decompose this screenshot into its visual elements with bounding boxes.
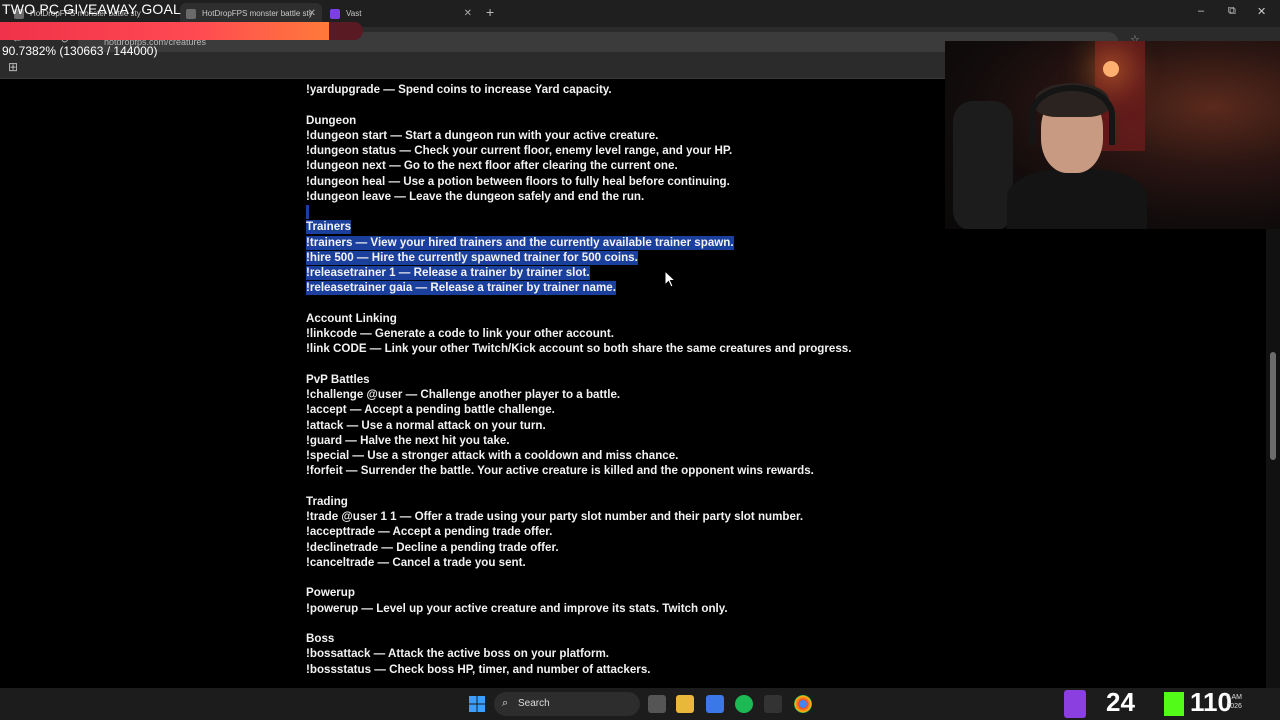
command-line: !hire 500 — Hire the currently spawned t… xyxy=(306,250,638,265)
command-line: !special — Use a stronger attack with a … xyxy=(306,449,679,462)
webcam-headset xyxy=(1029,85,1115,145)
command-line: !forfeit — Surrender the battle. Your ac… xyxy=(306,464,814,478)
command-line: !bossstatus — Check boss HP, timer, and … xyxy=(306,662,651,676)
spotify-icon[interactable] xyxy=(735,695,753,713)
webcam-chair xyxy=(953,101,1013,229)
command-line: !accepttrade — Accept a pending trade of… xyxy=(306,525,553,539)
kick-icon xyxy=(1164,692,1184,716)
tab-2-label: HotDropFPS monster battle sty xyxy=(202,9,313,18)
command-line: !dungeon start — Start a dungeon run wit… xyxy=(306,128,659,142)
command-line: !yardupgrade — Spend coins to increase Y… xyxy=(306,83,612,96)
section-heading: PvP Battles xyxy=(306,372,370,386)
apps-grid-icon[interactable]: ⊞ xyxy=(8,60,18,74)
notepad-icon[interactable] xyxy=(706,695,724,713)
close-tab-icon[interactable]: ✕ xyxy=(464,3,472,25)
taskbar xyxy=(0,688,1280,720)
command-line: !guard — Halve the next hit you take. xyxy=(306,433,510,447)
new-tab-button[interactable]: + xyxy=(486,4,494,20)
scrollbar-thumb[interactable] xyxy=(1270,352,1276,460)
webcam-streamer-body xyxy=(1007,169,1147,229)
command-line: !powerup — Level up your active creature… xyxy=(306,601,728,615)
command-line: !dungeon next — Go to the next floor aft… xyxy=(306,159,678,173)
taskbar-clock[interactable]: 5 AM 2026 xyxy=(1226,693,1242,711)
command-line: !canceltrade — Cancel a trade you sent. xyxy=(306,555,526,569)
giveaway-goal-stats: 90.7382% (130663 / 144000) xyxy=(2,44,158,58)
clock-time: 5 AM xyxy=(1226,694,1242,701)
mouse-cursor-icon xyxy=(664,270,676,288)
command-line: !dungeon status — Check your current flo… xyxy=(306,144,733,157)
minimize-button[interactable]: – xyxy=(1198,5,1204,17)
command-line: !dungeon leave — Leave the dungeon safel… xyxy=(306,189,645,203)
command-line: !bossattack — Attack the active boss on … xyxy=(306,647,610,661)
command-line: !attack — Use a normal attack on your tu… xyxy=(306,418,546,432)
command-line: !linkcode — Generate a code to link your… xyxy=(306,327,614,340)
giveaway-goal-fill xyxy=(0,22,330,40)
command-line: !releasetrainer 1 — Release a trainer by… xyxy=(306,266,590,280)
close-window-button[interactable]: ✕ xyxy=(1257,5,1266,18)
clock-year: 2026 xyxy=(1226,703,1242,710)
command-line: !trade @user 1 1 — Offer a trade using y… xyxy=(306,510,804,523)
section-heading: Dungeon xyxy=(306,113,357,127)
tab-3-label: Vast xyxy=(346,9,362,18)
tab-favicon-icon xyxy=(186,9,196,19)
command-line: !challenge @user — Challenge another pla… xyxy=(306,388,621,401)
command-line: !link CODE — Link your other Twitch/Kick… xyxy=(306,342,852,356)
command-line: !releasetrainer gaia — Release a trainer… xyxy=(306,281,616,296)
blank-line xyxy=(306,205,309,219)
webcam-feed xyxy=(945,41,1280,229)
huion-icon[interactable] xyxy=(764,695,782,713)
windows-start-icon[interactable] xyxy=(469,696,485,712)
command-line: !accept — Accept a pending battle challe… xyxy=(306,403,555,417)
search-icon: ⌕ xyxy=(502,697,509,709)
section-heading: Trading xyxy=(306,494,348,508)
command-line: !dungeon heal — Use a potion between flo… xyxy=(306,174,730,188)
section-heading: Powerup xyxy=(306,586,355,600)
twitch-icon xyxy=(1064,690,1086,718)
webcam-lamp xyxy=(1103,61,1119,77)
task-view-icon[interactable] xyxy=(648,695,666,713)
twitch-viewer-count: 24 xyxy=(1106,687,1135,717)
giveaway-goal-bar xyxy=(0,22,363,40)
section-heading: Boss xyxy=(306,632,335,645)
taskbar-search-label: Search xyxy=(518,698,550,709)
taskbar-search[interactable]: ⌕ Search xyxy=(494,692,640,716)
command-line: !declinetrade — Decline a pending trade … xyxy=(306,540,559,554)
maximize-button[interactable]: ⧉ xyxy=(1228,5,1236,18)
giveaway-goal-title: TWO PC GIVEAWAY GOAL xyxy=(2,1,182,17)
chrome-icon[interactable] xyxy=(794,695,812,713)
file-explorer-icon[interactable] xyxy=(676,695,694,713)
section-heading: Trainers xyxy=(306,220,352,235)
vast-favicon-icon xyxy=(330,9,340,19)
section-heading: Account Linking xyxy=(306,311,397,325)
command-line: !trainers — View your hired trainers and… xyxy=(306,235,734,250)
